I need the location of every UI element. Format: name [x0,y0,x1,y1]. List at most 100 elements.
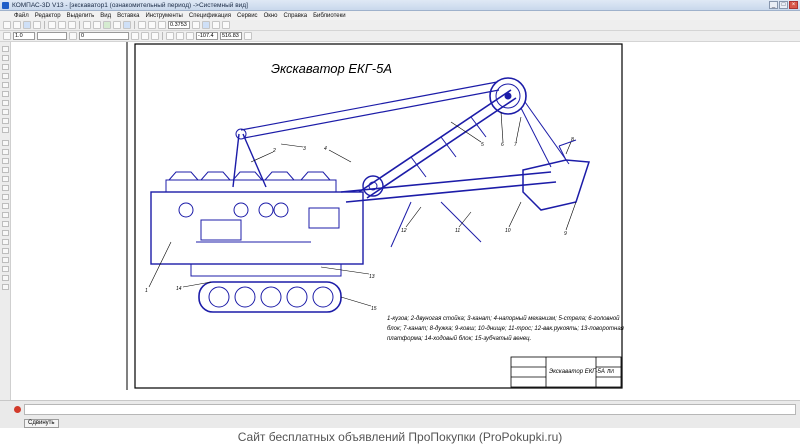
macro-tool-icon[interactable] [2,284,9,290]
menu-file[interactable]: Файл [14,13,29,19]
axis-tool-icon[interactable] [2,266,9,272]
house-porthole [178,202,194,218]
geometry-tool-icon[interactable] [2,46,9,52]
copy-icon[interactable] [58,21,66,29]
zoom-out-icon[interactable] [148,21,156,29]
spline-tool-icon[interactable] [2,194,9,200]
ellipse-tool-icon[interactable] [2,185,9,191]
callout-number: 8 [571,137,574,143]
track-wheel [208,286,230,308]
hatch-tool-icon[interactable] [2,239,9,245]
track-wheel [234,286,256,308]
new-document-icon[interactable] [3,21,11,29]
boom-upper-chord [358,89,512,193]
spec-tool-icon[interactable] [2,109,9,115]
roof-vent [264,171,295,181]
edit-tool-icon[interactable] [2,73,9,79]
segment-tool-icon[interactable] [2,158,9,164]
zoom-field[interactable]: 0.3753 [168,21,190,29]
ortho-icon[interactable] [166,32,174,40]
legend-line-3: платформа; 14-ходовый блок; 15-зубчатый … [387,335,531,342]
maximize-button[interactable]: □ [779,1,788,9]
arc-tool-icon[interactable] [2,176,9,182]
menu-help[interactable]: Справка [284,13,308,19]
reports-tool-icon[interactable] [2,118,9,124]
menu-editor[interactable]: Редактор [35,13,61,19]
open-icon[interactable] [13,21,21,29]
local-cs-icon[interactable] [176,32,184,40]
collect-contour-tool-icon[interactable] [2,275,9,281]
line-scale-field[interactable]: 1.0 [13,32,35,40]
undo-icon[interactable] [83,21,91,29]
equidistant-tool-icon[interactable] [2,248,9,254]
leader-12 [405,206,422,228]
legend-line-1: 1-кузов; 2-двуногая стойка; 3-канат; 4-н… [387,315,620,322]
layer-icon[interactable] [69,32,77,40]
cursor-icon[interactable] [186,32,194,40]
command-line[interactable] [24,404,796,415]
redo-icon[interactable] [93,21,101,29]
zoom-window-icon[interactable] [158,21,166,29]
view-icon[interactable] [131,32,139,40]
toolbar-separator [44,21,45,29]
kompas-app-icon [2,1,9,9]
snap-icon[interactable] [141,32,149,40]
insert-tool-icon[interactable] [2,127,9,133]
dimensions-tool-icon[interactable] [2,55,9,61]
snap-options-icon[interactable] [244,32,252,40]
print-icon[interactable] [33,21,41,29]
pan-icon[interactable] [202,21,210,29]
leader-10 [508,201,522,228]
menu-window[interactable]: Окно [264,13,278,19]
stamp-title: Экскаватор ЕКГ-5А [549,369,605,375]
select-tool-icon[interactable] [2,100,9,106]
circle-tool-icon[interactable] [2,167,9,173]
stop-icon[interactable] [14,406,21,413]
point-tool-icon[interactable] [2,140,9,146]
measure-tool-icon[interactable] [2,91,9,97]
paste-icon[interactable] [68,21,76,29]
zoom-all-icon[interactable] [192,21,200,29]
drawing-canvas[interactable]: Экскаватор ЕКГ-5А 1 2 3 4 5 6 7 8 9 10 1… [11,42,800,400]
help-icon[interactable] [123,21,131,29]
cut-icon[interactable] [48,21,56,29]
grid-icon[interactable] [151,32,159,40]
line-tool-icon[interactable] [2,149,9,155]
rotate-icon[interactable] [222,21,230,29]
layer-field[interactable]: 0 [79,32,129,40]
menu-libraries[interactable]: Библиотеки [313,13,346,19]
properties-icon[interactable] [113,21,121,29]
pan-button[interactable]: Сдвинуть [24,419,59,428]
library-manager-icon[interactable] [103,21,111,29]
title-bar: КОМПАС-3D V13 - [экскаватор1 (ознакомите… [0,0,800,11]
fillet-tool-icon[interactable] [2,230,9,236]
polygon-tool-icon[interactable] [2,212,9,218]
callout-number: 13 [369,274,375,280]
notation-tool-icon[interactable] [2,64,9,70]
callout-number: 1 [145,288,148,294]
minimize-button[interactable]: _ [769,1,778,9]
head-sheave-hub [504,92,512,100]
menu-view[interactable]: Вид [100,13,111,19]
toolbar-separator [162,32,163,40]
refresh-icon[interactable] [212,21,220,29]
menu-select[interactable]: Выделить [67,13,95,19]
menu-specification[interactable]: Спецификация [189,13,231,19]
rectangle-tool-icon[interactable] [2,203,9,209]
menu-insert[interactable]: Вставка [117,13,139,19]
roof-vent [300,171,331,181]
zoom-in-icon[interactable] [138,21,146,29]
close-button[interactable]: × [789,1,798,9]
coord-x-field[interactable]: -107.4 [196,32,218,40]
line-style-icon[interactable] [3,32,11,40]
contour-tool-icon[interactable] [2,257,9,263]
save-icon[interactable] [23,21,31,29]
parametrize-tool-icon[interactable] [2,82,9,88]
coord-y-field[interactable]: 516.83 [220,32,242,40]
menu-tools[interactable]: Инструменты [145,13,182,19]
style-dropdown[interactable] [37,32,67,40]
menu-service[interactable]: Сервис [237,13,258,19]
callout-number: 14 [176,286,182,292]
sheet-frame [134,43,623,389]
chamfer-tool-icon[interactable] [2,221,9,227]
